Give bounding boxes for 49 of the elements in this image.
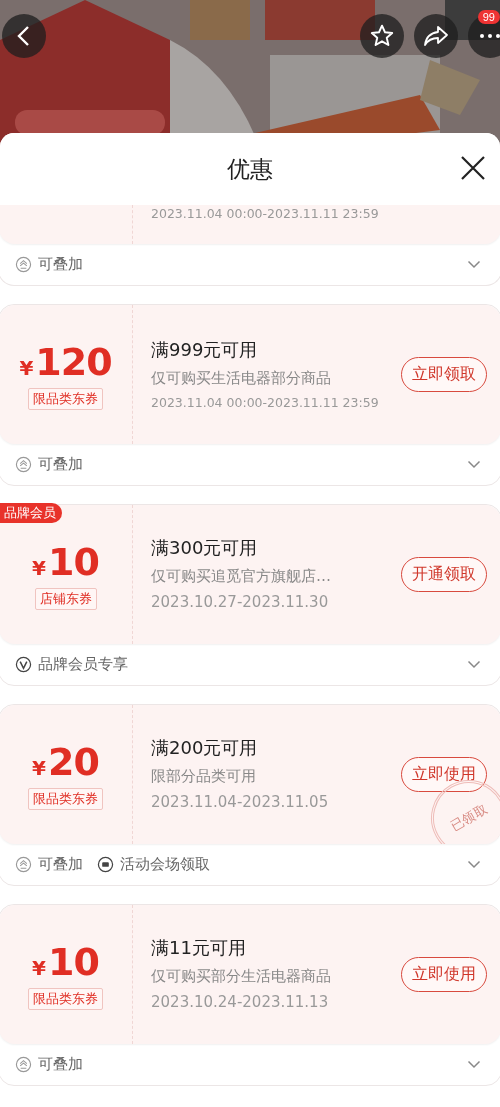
chevron-down-icon[interactable] xyxy=(467,1060,481,1069)
coupon-title: 满300元可用 xyxy=(151,536,259,561)
coupon-title: 满200元可用 xyxy=(151,736,259,761)
validity-date: 2023.10.24-2023.11.13 xyxy=(151,993,330,1013)
coupon-description: 仅可购买追觅官方旗舰店… xyxy=(151,567,332,587)
ticket-icon xyxy=(97,856,114,873)
star-icon xyxy=(369,23,395,49)
coupon-description: 仅可购买部分生活电器商品 xyxy=(151,967,332,987)
coupon-tag: 可叠加 xyxy=(38,255,83,274)
coupon-action-button[interactable]: 立即领取 xyxy=(401,357,487,392)
chevron-down-icon[interactable] xyxy=(467,660,481,669)
sheet-title: 优惠 xyxy=(227,154,273,184)
chevron-down-icon[interactable] xyxy=(467,460,481,469)
stack-icon xyxy=(15,256,32,273)
notification-badge: 99 xyxy=(477,10,500,24)
chevron-down-icon[interactable] xyxy=(467,860,481,869)
coupon-tag: 可叠加 xyxy=(38,455,83,474)
stack-icon xyxy=(15,456,32,473)
v-icon xyxy=(15,656,32,673)
coupon-tag: 可叠加 xyxy=(38,1055,83,1074)
coupon-action-button[interactable]: 立即使用 xyxy=(401,757,487,792)
coupon-type-tag: 限品类东券 xyxy=(28,387,103,410)
coupon-title: 满999元可用 xyxy=(151,337,259,362)
coupon-description: 仅可购买生活电器部分商品 xyxy=(151,368,332,388)
validity-date: 2023.11.04 00:00-2023.11.11 23:59 xyxy=(151,206,380,223)
coupon-description: 限部分品类可用 xyxy=(151,767,257,787)
validity-date: 2023.11.04-2023.11.05 xyxy=(151,793,330,813)
coupon-amount: ¥20 xyxy=(32,739,99,784)
more-icon xyxy=(479,33,500,39)
member-badge: 品牌会员 xyxy=(0,503,62,523)
coupon-amount: ¥120 xyxy=(19,339,112,384)
coupon-type-tag: 限品类东券 xyxy=(28,787,103,810)
validity-date: 2023.11.04 00:00-2023.11.11 23:59 xyxy=(151,394,380,412)
chevron-down-icon[interactable] xyxy=(467,260,481,269)
coupon-title: 满11元可用 xyxy=(151,936,247,961)
coupon-type-tag: 限品类东券 xyxy=(28,987,103,1010)
share-icon xyxy=(423,25,449,47)
back-icon xyxy=(16,25,32,47)
stack-icon xyxy=(15,1056,32,1073)
coupon-tag: 品牌会员专享 xyxy=(38,655,128,674)
stack-icon xyxy=(15,856,32,873)
coupon-action-button[interactable]: 立即使用 xyxy=(401,957,487,992)
validity-date: 2023.10.27-2023.11.30 xyxy=(151,593,330,613)
coupon-amount: ¥10 xyxy=(32,539,99,584)
coupon-action-button[interactable]: 开通领取 xyxy=(401,557,487,592)
coupon-tag: 可叠加 xyxy=(38,855,83,874)
coupon-tag: 活动会场领取 xyxy=(120,855,210,874)
coupon-type-tag: 店铺东券 xyxy=(34,587,97,610)
coupon-amount: ¥10 xyxy=(32,939,99,984)
